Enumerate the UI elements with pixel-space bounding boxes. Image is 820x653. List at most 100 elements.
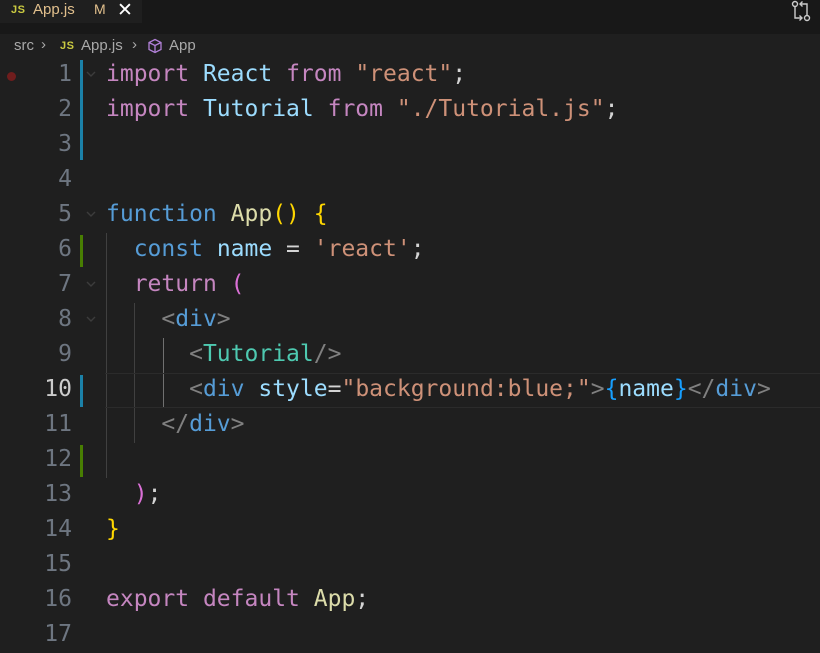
code-text: ); <box>106 481 162 507</box>
line-number[interactable]: 16 <box>0 586 72 612</box>
breadcrumb-file[interactable]: App.js <box>81 37 123 54</box>
code-token: } <box>673 376 688 402</box>
code-token: ; <box>147 481 162 507</box>
line-number[interactable]: 9 <box>0 341 72 367</box>
breadcrumb-symbol[interactable]: App <box>169 37 196 54</box>
code-text: <Tutorial/> <box>106 341 341 367</box>
code-token: style <box>258 376 328 402</box>
code-line[interactable]: 15 <box>0 548 820 583</box>
line-number[interactable]: 15 <box>0 551 72 577</box>
line-number[interactable]: 13 <box>0 481 72 507</box>
code-token: > <box>590 376 605 402</box>
code-token: Tutorial <box>202 96 314 122</box>
code-text: function App() { <box>106 201 328 227</box>
tab-title: App.js <box>33 1 75 18</box>
line-number[interactable]: 2 <box>0 96 72 122</box>
code-line[interactable]: 16 export default App; <box>0 583 820 618</box>
fold-chevron-icon[interactable] <box>84 209 98 219</box>
close-icon[interactable]: ✕ <box>115 0 135 22</box>
code-token: > <box>756 376 771 402</box>
code-editor[interactable]: 1 import React from "react"; 2 import Tutor… <box>0 58 820 647</box>
code-token: ; <box>410 236 425 262</box>
code-line[interactable]: 17 <box>0 618 820 653</box>
code-line[interactable]: 11 </div> <box>0 408 820 443</box>
code-line[interactable]: 8 <div> <box>0 303 820 338</box>
code-line[interactable]: 14} <box>0 513 820 548</box>
chevron-right-icon: › <box>132 36 137 53</box>
code-token: < <box>161 306 176 332</box>
fold-chevron-icon[interactable] <box>84 314 98 324</box>
code-text: } <box>106 516 120 542</box>
code-line[interactable]: 3 <box>0 128 820 163</box>
code-token: "background:blue;" <box>341 376 591 402</box>
code-token: > <box>216 306 231 332</box>
compare-changes-icon[interactable] <box>790 0 812 22</box>
fold-chevron-icon[interactable] <box>84 279 98 289</box>
code-text: <div style="background:blue;">{name}</di… <box>106 376 771 402</box>
git-modified-badge: M <box>94 1 106 17</box>
code-token: Tutorial <box>202 341 314 367</box>
code-token: div <box>175 306 217 332</box>
line-number[interactable]: 1 <box>0 61 72 87</box>
line-number[interactable]: 10 <box>0 376 72 402</box>
code-token: function <box>106 201 217 227</box>
code-line[interactable]: 12 <box>0 443 820 478</box>
code-line[interactable]: 7 return ( <box>0 268 820 303</box>
line-number[interactable]: 5 <box>0 201 72 227</box>
line-number[interactable]: 17 <box>0 621 72 647</box>
line-number[interactable]: 14 <box>0 516 72 542</box>
code-token: < <box>189 341 203 367</box>
code-token: React <box>202 61 273 87</box>
code-token: import <box>106 96 190 122</box>
code-text: const name = 'react'; <box>106 236 425 262</box>
code-line[interactable]: 5 function App() { <box>0 198 820 233</box>
code-token: < <box>189 376 203 402</box>
tab-app-js[interactable]: JS App.js M ✕ <box>0 0 142 23</box>
code-token: { <box>604 376 619 402</box>
code-token: default <box>202 586 300 612</box>
code-line[interactable]: 10 <div style="background:blue;">{name}<… <box>0 373 820 408</box>
code-token: ; <box>604 96 619 122</box>
line-number[interactable]: 3 <box>0 131 72 157</box>
code-token: 'react' <box>313 236 411 262</box>
line-number[interactable]: 12 <box>0 446 72 472</box>
line-number[interactable]: 8 <box>0 306 72 332</box>
tab-bar: JS App.js M ✕ <box>0 0 820 35</box>
line-number[interactable]: 6 <box>0 236 72 262</box>
code-line[interactable]: 2 import Tutorial from "./Tutorial.js"; <box>0 93 820 128</box>
code-line[interactable]: 9 <Tutorial/> <box>0 338 820 373</box>
code-token: "react" <box>355 61 453 87</box>
code-text: </div> <box>106 411 244 437</box>
code-token: const <box>133 236 203 262</box>
code-line[interactable]: 1 import React from "react"; <box>0 58 820 93</box>
code-text: return ( <box>106 271 245 297</box>
code-text: import React from "react"; <box>106 61 466 87</box>
code-text: import Tutorial from "./Tutorial.js"; <box>106 96 618 122</box>
code-token: div <box>189 411 231 437</box>
code-token: name <box>216 236 273 262</box>
code-line[interactable]: 6 const name = 'react'; <box>0 233 820 268</box>
code-token: { <box>313 201 328 227</box>
line-number[interactable]: 4 <box>0 166 72 192</box>
code-token: div <box>715 376 757 402</box>
code-token: () <box>272 201 300 227</box>
code-token: App <box>313 586 356 612</box>
breadcrumb-folder[interactable]: src <box>14 37 34 54</box>
line-number[interactable]: 7 <box>0 271 72 297</box>
code-line[interactable]: 13 ); <box>0 478 820 513</box>
line-number[interactable]: 11 <box>0 411 72 437</box>
code-line[interactable]: 4 <box>0 163 820 198</box>
fold-chevron-icon[interactable] <box>84 69 98 79</box>
